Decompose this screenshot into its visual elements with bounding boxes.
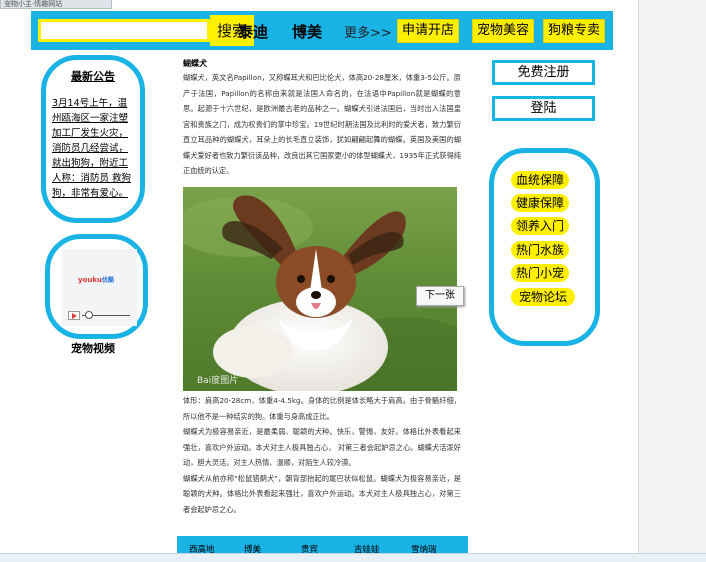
photo-watermark: Bai度图片 — [197, 376, 239, 386]
video-panel: youku优酷 — [45, 234, 148, 339]
article-body-temperament: 蝴蝶犬为极容易亲近，是最柔弱、聪颖的犬种。快乐，警惕，友好。体格比外表看起来强壮… — [183, 427, 461, 467]
article-body-shape: 体形：肩高20-28cm，体重4-4.5kg。身体的比例是体长略大于肩高。由于骨… — [183, 396, 461, 421]
video-progress-knob[interactable] — [85, 311, 93, 319]
page-scroll-area — [638, 0, 706, 562]
browser-status-bar — [0, 553, 706, 562]
feature-link-adoption[interactable]: 领养入门 — [511, 217, 569, 235]
notice-panel: 最新公告 3月14号上午，温州瓯海区一家注塑加工厂发生火灾，消防员几经尝试，就出… — [41, 55, 145, 223]
search-input[interactable] — [38, 19, 210, 42]
dog-food-link[interactable]: 狗粮专卖 — [543, 19, 605, 43]
nav-more-link[interactable]: 更多>> — [344, 22, 392, 41]
browser-tab-title: 宠物小主·情趣网站 — [4, 0, 63, 8]
nav-item-teddy[interactable]: 泰迪 — [238, 21, 268, 42]
notice-title: 最新公告 — [71, 70, 115, 83]
next-image-button[interactable]: 下一张 — [416, 286, 464, 306]
notice-text[interactable]: 3月14号上午，温州瓯海区一家注塑加工厂发生火灾，消防员几经尝试，就出狗狗，附近… — [52, 96, 136, 201]
nav-item-pomeranian[interactable]: 博美 — [292, 21, 322, 42]
pet-grooming-link[interactable]: 宠物美容 — [472, 19, 534, 43]
article-body-history: 蝴蝶犬从前亦称"松鼠猎鹬犬"，朝背部抬起的尾巴状似松鼠。蝴蝶犬为极容易亲近，是聪… — [183, 473, 461, 514]
play-icon[interactable] — [68, 311, 80, 320]
register-button[interactable]: 免费注册 — [492, 60, 595, 85]
article-title: 蝴蝶犬 — [183, 59, 207, 68]
feature-link-aquarium[interactable]: 热门水族 — [511, 241, 569, 259]
article-details: 体形：肩高20-28cm，体重4-4.5kg。身体的比例是体长略大于肩高。由于骨… — [183, 393, 461, 517]
video-player[interactable]: youku优酷 — [62, 249, 137, 326]
browser-tab[interactable]: 宠物小主·情趣网站 — [0, 0, 112, 9]
apply-shop-link[interactable]: 申请开店 — [397, 19, 459, 43]
login-button[interactable]: 登陆 — [492, 96, 595, 121]
feature-link-pedigree[interactable]: 血统保障 — [511, 171, 569, 189]
feature-link-health[interactable]: 健康保障 — [511, 194, 569, 212]
video-label: 宠物视频 — [71, 342, 115, 355]
top-nav-bar: 搜索 泰迪 博美 更多>> 申请开店 宠物美容 狗粮专卖 — [31, 11, 613, 50]
feature-panel: 血统保障 健康保障 领养入门 热门水族 热门小宠 宠物论坛 — [489, 148, 600, 346]
article-intro: 蝴蝶犬，英文名Papillon，又称蝶耳犬和巴比伦犬，体高20-28厘米，体重3… — [183, 73, 461, 175]
feature-link-small-pets[interactable]: 热门小宠 — [511, 264, 569, 282]
feature-link-forum[interactable]: 宠物论坛 — [511, 288, 575, 306]
video-brand-logo: youku优酷 — [78, 276, 115, 284]
